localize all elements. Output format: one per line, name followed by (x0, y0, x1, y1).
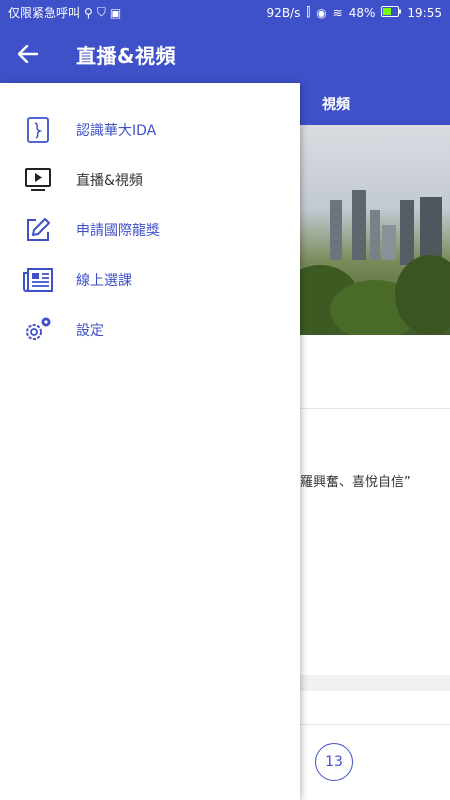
navigation-drawer: 認識華大IDA 直播&視頻 申請國際龍獎 線上選課 設定 (0, 83, 300, 800)
emergency-call-text: 仅限紧急呼叫 (8, 6, 81, 20)
city-skyline-image (300, 125, 450, 335)
shield-icon: ⛉ (96, 5, 106, 19)
tab-videos[interactable]: 視頻 (300, 83, 450, 125)
drawer-item-live-video[interactable]: 直播&視頻 (0, 155, 300, 205)
drawer-item-settings[interactable]: 設定 (0, 305, 300, 355)
drawer-menu: 認識華大IDA 直播&視頻 申請國際龍獎 線上選課 設定 (0, 83, 300, 355)
app-bar: 直播&視頻 (0, 25, 450, 83)
ida-logo-icon (22, 116, 54, 144)
section-separator (300, 675, 450, 691)
drawer-item-ida[interactable]: 認識華大IDA (0, 105, 300, 155)
divider (300, 724, 450, 725)
screenshot-icon: ▣ (109, 5, 122, 20)
drawer-item-label: 設定 (76, 323, 104, 339)
page-title: 直播&視頻 (76, 43, 176, 68)
battery-icon (381, 5, 402, 20)
net-speed: 92B/s (266, 5, 301, 20)
back-arrow-icon[interactable] (14, 40, 42, 68)
quote-text: 羅興奮、喜悅自信” (300, 475, 411, 490)
status-bar: 仅限紧急呼叫 ⚲ ⛉ ▣ 92B/s ⫿ ◉ ≋ 48% 19:55 (0, 0, 450, 25)
status-left: 仅限紧急呼叫 ⚲ ⛉ ▣ (8, 4, 121, 21)
drawer-item-label: 申請國際龍獎 (76, 223, 160, 239)
status-right: 92B/s ⫿ ◉ ≋ 48% 19:55 (267, 5, 442, 20)
clock: 19:55 (407, 5, 442, 20)
drawer-item-label: 線上選課 (76, 273, 132, 289)
battery-percent: 48% (348, 5, 376, 20)
tv-play-icon (22, 166, 54, 194)
usb-icon: ⚲ (84, 5, 93, 20)
edit-icon (22, 216, 54, 244)
eye-icon: ◉ (316, 5, 327, 20)
gears-icon (22, 316, 54, 344)
vibrate-icon: ⫿ (306, 5, 311, 19)
wifi-icon: ≋ (332, 5, 343, 20)
divider (300, 408, 450, 409)
drawer-item-label: 直播&視頻 (76, 173, 143, 189)
newspaper-icon (22, 266, 54, 294)
page-number-badge[interactable]: 13 (315, 743, 353, 781)
drawer-item-apply-award[interactable]: 申請國際龍獎 (0, 205, 300, 255)
drawer-item-online-course[interactable]: 線上選課 (0, 255, 300, 305)
drawer-item-label: 認識華大IDA (76, 123, 157, 139)
